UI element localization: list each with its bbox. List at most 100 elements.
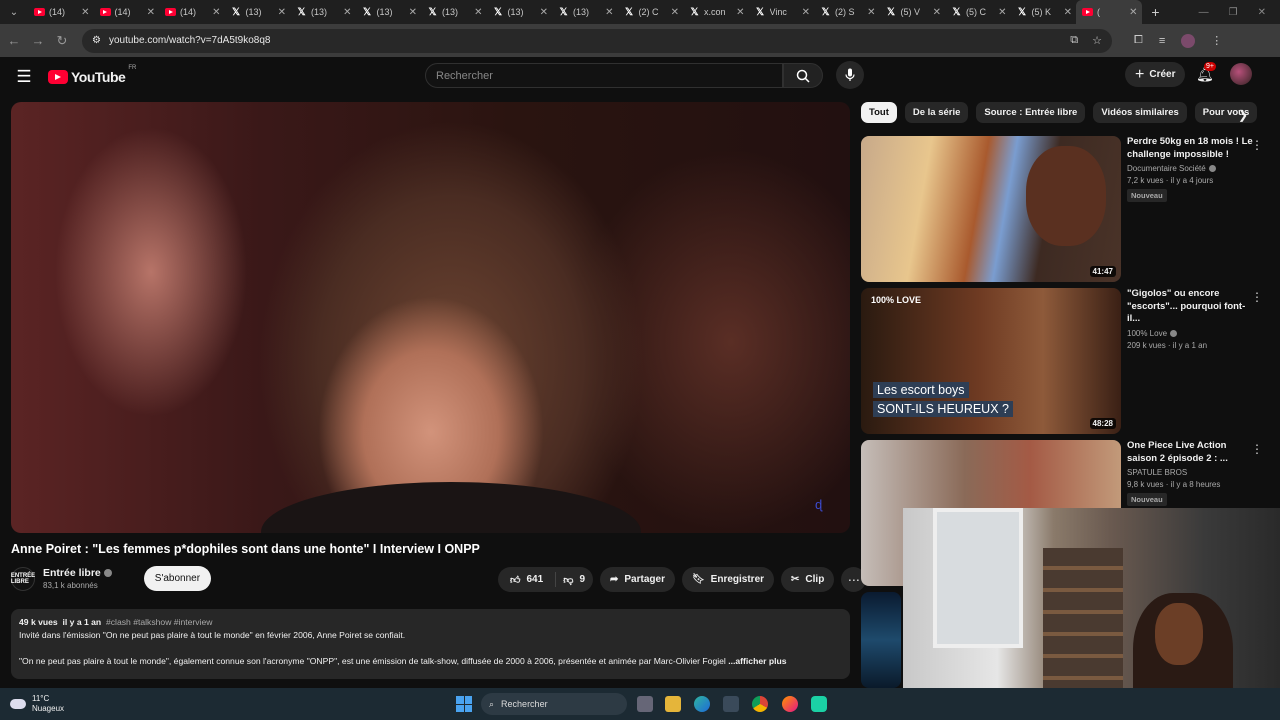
tab-close-icon[interactable]: ✕ [933, 7, 941, 18]
filter-chip[interactable]: Tout [861, 102, 897, 123]
windows-start-icon[interactable] [456, 696, 472, 712]
tab-close-icon[interactable]: ✕ [736, 7, 744, 18]
more-options-icon[interactable]: ⋮ [1251, 138, 1263, 152]
tab-close-icon[interactable]: ✕ [278, 7, 286, 18]
tab-close-icon[interactable]: ✕ [1064, 7, 1072, 18]
browser-tab[interactable]: (✕ [1076, 0, 1142, 24]
tab-close-icon[interactable]: ✕ [474, 7, 482, 18]
browser-menu-icon[interactable]: ⋮ [1211, 34, 1222, 47]
browser-tab[interactable]: 𝕏 (2) S ✕ [814, 0, 880, 24]
task-view-icon[interactable] [637, 696, 653, 712]
recommendation-channel[interactable]: Documentaire Société [1127, 164, 1257, 173]
tab-close-icon[interactable]: ✕ [802, 7, 810, 18]
subscribe-button[interactable]: S'abonner [143, 566, 212, 591]
browser-tab[interactable]: 𝕏 (13) ✕ [225, 0, 291, 24]
tab-close-icon[interactable]: ✕ [147, 7, 155, 18]
maximize-icon[interactable]: ❐ [1229, 7, 1238, 18]
hashtags[interactable]: #clash #talkshow #interview [106, 617, 213, 627]
browser-tab[interactable]: (14) ✕ [94, 0, 160, 24]
forward-icon[interactable]: → [26, 33, 50, 48]
reload-icon[interactable]: ↻ [50, 33, 74, 49]
clip-button[interactable]: ✂ Clip [781, 567, 835, 592]
browser-tab[interactable]: 𝕏 (13) ✕ [487, 0, 553, 24]
tab-close-icon[interactable]: ✕ [998, 7, 1006, 18]
browser-tab[interactable]: 𝕏 (13) ✕ [356, 0, 422, 24]
profile-avatar[interactable] [1181, 33, 1196, 48]
tab-close-icon[interactable]: ✕ [867, 7, 875, 18]
youtube-logo[interactable]: YouTube FR [48, 65, 136, 85]
bookmark-star-icon[interactable]: ☆ [1092, 34, 1102, 47]
browser-tab[interactable]: 𝕏 (5) V ✕ [880, 0, 946, 24]
recommendation-title[interactable]: "Gigolos" ou encore "escorts"... pourquo… [1127, 288, 1257, 326]
tab-close-icon[interactable]: ✕ [1129, 7, 1137, 18]
search-button[interactable] [783, 63, 823, 88]
tab-close-icon[interactable]: ✕ [212, 7, 220, 18]
recommendation-thumbnail[interactable]: 100% LOVE Les escort boys SONT-ILS HEURE… [861, 288, 1121, 434]
menu-icon[interactable]: ☰ [0, 67, 48, 87]
recommendation-item[interactable]: 100% LOVE Les escort boys SONT-ILS HEURE… [861, 288, 1273, 436]
filter-chip[interactable]: Vidéos similaires [1093, 102, 1187, 123]
taskbar-search[interactable]: ⌕ Rechercher [481, 693, 627, 715]
back-icon[interactable]: ← [2, 33, 26, 48]
channel-watermark-icon[interactable]: ɖ [815, 497, 822, 512]
dislike-button[interactable]: 👎︎ 9 [555, 567, 593, 592]
tab-close-icon[interactable]: ✕ [540, 7, 548, 18]
minimize-icon[interactable]: — [1199, 7, 1209, 18]
channel-name[interactable]: Entrée libre [43, 567, 112, 579]
recommendation-thumbnail[interactable] [861, 592, 901, 688]
extensions-icon[interactable]: ⧠ [1134, 34, 1143, 47]
close-window-icon[interactable]: ✕ [1258, 7, 1266, 18]
like-button[interactable]: 👍︎ 641 [498, 567, 555, 592]
notifications-button[interactable]: 🔔︎ 9+ [1196, 62, 1216, 83]
recommendation-title[interactable]: Perdre 50kg en 18 mois ! Le challenge im… [1127, 136, 1257, 161]
save-button[interactable]: 🔖︎ Enregistrer [681, 567, 775, 592]
tab-close-icon[interactable]: ✕ [671, 7, 679, 18]
tab-close-icon[interactable]: ✕ [343, 7, 351, 18]
filter-chip[interactable]: De la série [904, 102, 969, 123]
tab-close-icon[interactable]: ✕ [409, 7, 417, 18]
account-avatar[interactable] [1230, 63, 1252, 85]
browser-tab[interactable]: 𝕏 Vinc ✕ [749, 0, 815, 24]
media-control-icon[interactable]: ≡ [1159, 35, 1165, 47]
browser-tab[interactable]: 𝕏x.con ✕ [683, 0, 749, 24]
more-options-icon[interactable]: ⋮ [1251, 290, 1263, 304]
browser-tab[interactable]: 𝕏 (13) ✕ [290, 0, 356, 24]
recommendation-thumbnail[interactable]: 41:47 [861, 136, 1121, 282]
filter-chip[interactable]: Source : Entrée libre [976, 102, 1086, 123]
channel-avatar[interactable]: ENTRÉE LIBRE [11, 566, 35, 591]
site-settings-icon[interactable]: ⚙ [92, 35, 101, 46]
store-icon[interactable] [723, 696, 739, 712]
voice-search-button[interactable] [836, 61, 864, 89]
tab-close-icon[interactable]: ✕ [81, 7, 89, 18]
browser-tab[interactable]: (14) ✕ [159, 0, 225, 24]
tab-close-icon[interactable]: ✕ [605, 7, 613, 18]
address-bar[interactable]: ⚙ youtube.com/watch?v=7dA5t9ko8q8 ⧉ ☆ [82, 28, 1112, 53]
edge-icon[interactable] [694, 696, 710, 712]
recommendation-title[interactable]: One Piece Live Action saison 2 épisode 2… [1127, 440, 1257, 465]
create-button[interactable]: + Créer [1125, 62, 1186, 87]
browser-tab[interactable]: 𝕏 (5) K ✕ [1011, 0, 1077, 24]
video-player[interactable]: ɖ [11, 102, 850, 533]
install-app-icon[interactable]: ⧉ [1070, 34, 1078, 47]
recommendation-channel[interactable]: SPATULE BROS [1127, 468, 1257, 477]
search-input[interactable]: Rechercher [425, 63, 783, 88]
app-icon[interactable] [811, 696, 827, 712]
chrome-icon[interactable] [752, 696, 768, 712]
browser-tab[interactable]: 𝕏 (5) C ✕ [945, 0, 1011, 24]
recommendation-item[interactable]: 41:47 Perdre 50kg en 18 mois ! Le challe… [861, 136, 1273, 284]
recommendation-channel[interactable]: 100% Love [1127, 329, 1257, 338]
firefox-icon[interactable] [782, 696, 798, 712]
new-tab-button[interactable]: + [1142, 4, 1170, 20]
show-more-link[interactable]: ...afficher plus [728, 656, 786, 666]
browser-tab[interactable]: 𝕏 (13) ✕ [421, 0, 487, 24]
browser-tab[interactable]: 𝕏 (2) C ✕ [618, 0, 684, 24]
chevron-right-icon[interactable]: ❯ [1238, 108, 1248, 122]
weather-widget[interactable]: 11°C Nuageux [0, 694, 64, 714]
file-explorer-icon[interactable] [665, 696, 681, 712]
more-options-icon[interactable]: ⋮ [1251, 442, 1263, 456]
browser-tab[interactable]: (14) ✕ [28, 0, 94, 24]
tab-search-dropdown-icon[interactable]: ⌄ [0, 0, 28, 24]
browser-tab[interactable]: 𝕏 (13) ✕ [552, 0, 618, 24]
description-box[interactable]: 49 k vues il y a 1 an #clash #talkshow #… [11, 609, 850, 679]
share-button[interactable]: ➦ Partager [600, 567, 675, 592]
